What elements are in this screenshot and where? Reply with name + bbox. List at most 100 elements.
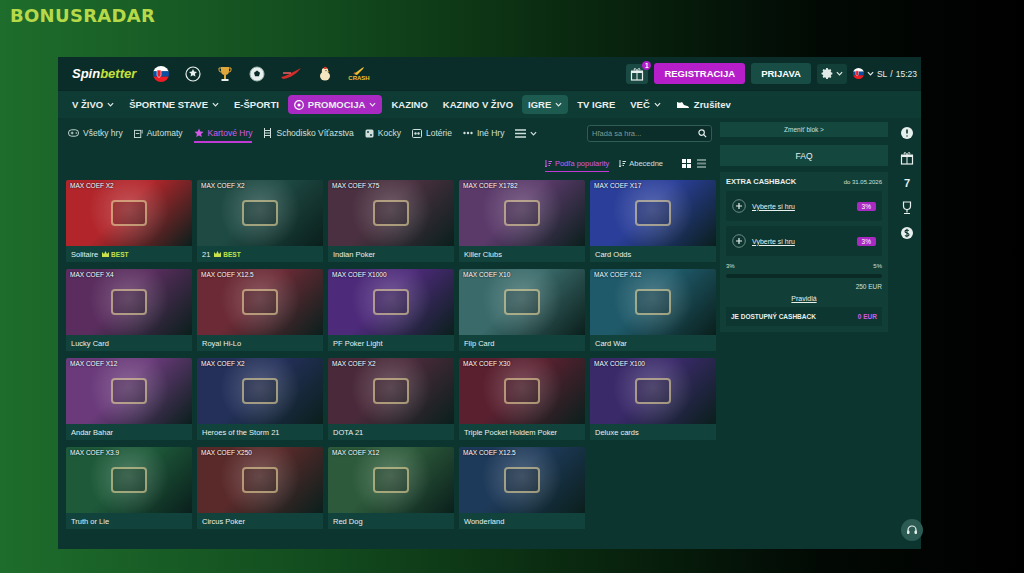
choose-game-link[interactable]: Vyberte si hru <box>752 238 851 245</box>
search-field[interactable] <box>587 125 712 142</box>
icon-shape <box>417 132 419 134</box>
game-thumbnail[interactable]: MAX COEF X12 <box>66 358 192 424</box>
thumbnail-art <box>504 378 540 404</box>
logo[interactable]: Spinbetter <box>72 66 136 81</box>
game-thumbnail[interactable]: MAX COEF X3.9 <box>66 447 192 513</box>
game-name: Circus Poker <box>202 517 245 526</box>
view-button[interactable] <box>681 158 691 168</box>
faq-button[interactable]: FAQ <box>720 145 888 166</box>
register-button[interactable]: REGISTRACIJA <box>654 63 745 84</box>
icon-shape <box>655 103 660 106</box>
game-card[interactable]: MAX COEF X12.5Royal Hi-Lo <box>197 269 323 351</box>
game-thumbnail[interactable]: MAX COEF X1000 <box>328 269 454 335</box>
gift-button[interactable]: 1 <box>626 64 648 84</box>
language-time[interactable]: SL/15:23 <box>853 68 917 79</box>
game-card[interactable]: MAX COEF X2SolitaireBEST <box>66 180 192 262</box>
range-max: 5% <box>873 263 882 269</box>
language-code: SL <box>877 69 887 79</box>
icon-shape <box>853 72 864 76</box>
icon-shape <box>906 524 918 536</box>
shield-icon[interactable] <box>898 124 916 142</box>
dots-icon <box>463 131 473 135</box>
gift-icon[interactable] <box>898 149 916 167</box>
nav-item[interactable]: Zrušitev <box>670 95 737 114</box>
nav-item[interactable]: VEČ <box>624 95 667 114</box>
cashback-slot[interactable]: Vyberte si hru3% <box>726 226 882 256</box>
category-tab[interactable]: Automaty <box>134 124 183 142</box>
game-card[interactable]: MAX COEF X1000PF Poker Light <box>328 269 454 351</box>
game-thumbnail[interactable]: MAX COEF X2 <box>328 358 454 424</box>
ball-icon[interactable] <box>248 66 266 82</box>
gear-icon <box>821 67 834 80</box>
cup-icon[interactable] <box>898 199 916 217</box>
game-card[interactable]: MAX COEF X2Heroes of the Storm 21 <box>197 358 323 440</box>
game-card[interactable]: MAX COEF X250 Circus Poker <box>197 447 323 529</box>
swoosh-icon[interactable] <box>280 67 302 81</box>
game-thumbnail[interactable]: MAX COEF X250 <box>197 447 323 513</box>
game-thumbnail[interactable]: MAX COEF X100 <box>590 358 716 424</box>
change-block-link[interactable]: Zmeniť blok > <box>720 122 888 137</box>
sort-option[interactable]: Abecedne <box>619 156 663 171</box>
settings-button[interactable] <box>817 64 847 84</box>
game-card[interactable]: MAX COEF X75Indian Poker <box>328 180 454 262</box>
game-card[interactable]: MAX COEF X12.5Wonderland <box>459 447 585 529</box>
nav-item[interactable]: KAZINO V ŽIVO <box>437 95 519 114</box>
game-thumbnail[interactable]: MAX COEF X1782 <box>459 180 585 246</box>
flag-icon[interactable] <box>152 66 170 82</box>
view-button[interactable] <box>696 158 706 168</box>
game-card[interactable]: MAX COEF X30Triple Pocket Holdem Poker <box>459 358 585 440</box>
nav-item[interactable]: KAZINO <box>385 95 433 114</box>
game-thumbnail[interactable]: MAX COEF X4 <box>66 269 192 335</box>
seven-icon[interactable]: 7 <box>898 174 916 192</box>
search-input[interactable] <box>592 129 698 138</box>
game-card[interactable]: MAX COEF X12Card War <box>590 269 716 351</box>
crash-icon[interactable]: CRASH <box>348 66 369 81</box>
nav-item[interactable]: ŠPORTNE STAVE <box>123 95 225 114</box>
game-card[interactable]: MAX COEF X10Flip Card <box>459 269 585 351</box>
starball-icon[interactable] <box>184 66 202 82</box>
game-thumbnail[interactable]: MAX COEF X10 <box>459 269 585 335</box>
sort-option[interactable]: Podľa popularity <box>545 156 609 171</box>
category-tab[interactable]: Všetky hry <box>68 124 123 142</box>
category-tab[interactable]: Schodisko Víťazstva <box>263 124 353 142</box>
game-thumbnail[interactable]: MAX COEF X2 <box>197 358 323 424</box>
game-card[interactable]: MAX COEF X12Andar Bahar <box>66 358 192 440</box>
chat-icon[interactable] <box>901 519 923 541</box>
choose-game-link[interactable]: Vyberte si hru <box>752 203 851 210</box>
game-card[interactable]: MAX COEF X1782Killer Clubs <box>459 180 585 262</box>
game-thumbnail[interactable]: MAX COEF X12.5 <box>197 269 323 335</box>
game-card[interactable]: MAX COEF X100Deluxe cards <box>590 358 716 440</box>
quick-links: CRASH <box>152 66 369 82</box>
game-thumbnail[interactable]: MAX COEF X12 <box>590 269 716 335</box>
coin-icon[interactable] <box>898 224 916 242</box>
cashback-slot[interactable]: Vyberte si hru3% <box>726 191 882 221</box>
game-thumbnail[interactable]: MAX COEF X30 <box>459 358 585 424</box>
nav-item[interactable]: V ŽIVO <box>66 95 120 114</box>
category-tab[interactable]: Iné Hry <box>463 124 504 142</box>
game-thumbnail[interactable]: MAX COEF X17 <box>590 180 716 246</box>
cup-icon[interactable] <box>216 66 234 82</box>
category-tab[interactable]: Lotérie <box>412 124 452 142</box>
chicken-icon[interactable] <box>316 66 334 82</box>
game-card[interactable]: MAX COEF X4Lucky Card <box>66 269 192 351</box>
nav-item[interactable]: E-ŠPORTI <box>228 95 285 114</box>
max-coef: MAX COEF X30 <box>463 360 510 367</box>
category-tab[interactable]: Kocky <box>365 124 401 142</box>
game-card[interactable]: MAX COEF X12Red Dog <box>328 447 454 529</box>
game-thumbnail[interactable]: MAX COEF X75 <box>328 180 454 246</box>
game-card[interactable]: MAX COEF X2DOTA 21 <box>328 358 454 440</box>
game-thumbnail[interactable]: MAX COEF X2 <box>197 180 323 246</box>
nav-item[interactable]: TV IGRE <box>571 95 621 114</box>
category-tab[interactable] <box>515 125 537 142</box>
game-card[interactable]: MAX COEF X3.9Truth or Lie <box>66 447 192 529</box>
category-tab[interactable]: Kartové Hry <box>194 124 253 142</box>
nav-item[interactable]: PROMOCIJA <box>288 95 383 114</box>
login-button[interactable]: PRIJAVA <box>751 63 811 84</box>
nav-item[interactable]: IGRE <box>522 95 568 114</box>
rules-link[interactable]: Pravidlá <box>726 295 882 302</box>
game-card[interactable]: MAX COEF X221BEST <box>197 180 323 262</box>
game-thumbnail[interactable]: MAX COEF X12 <box>328 447 454 513</box>
game-thumbnail[interactable]: MAX COEF X12.5 <box>459 447 585 513</box>
game-card[interactable]: MAX COEF X17Card Odds <box>590 180 716 262</box>
game-thumbnail[interactable]: MAX COEF X2 <box>66 180 192 246</box>
